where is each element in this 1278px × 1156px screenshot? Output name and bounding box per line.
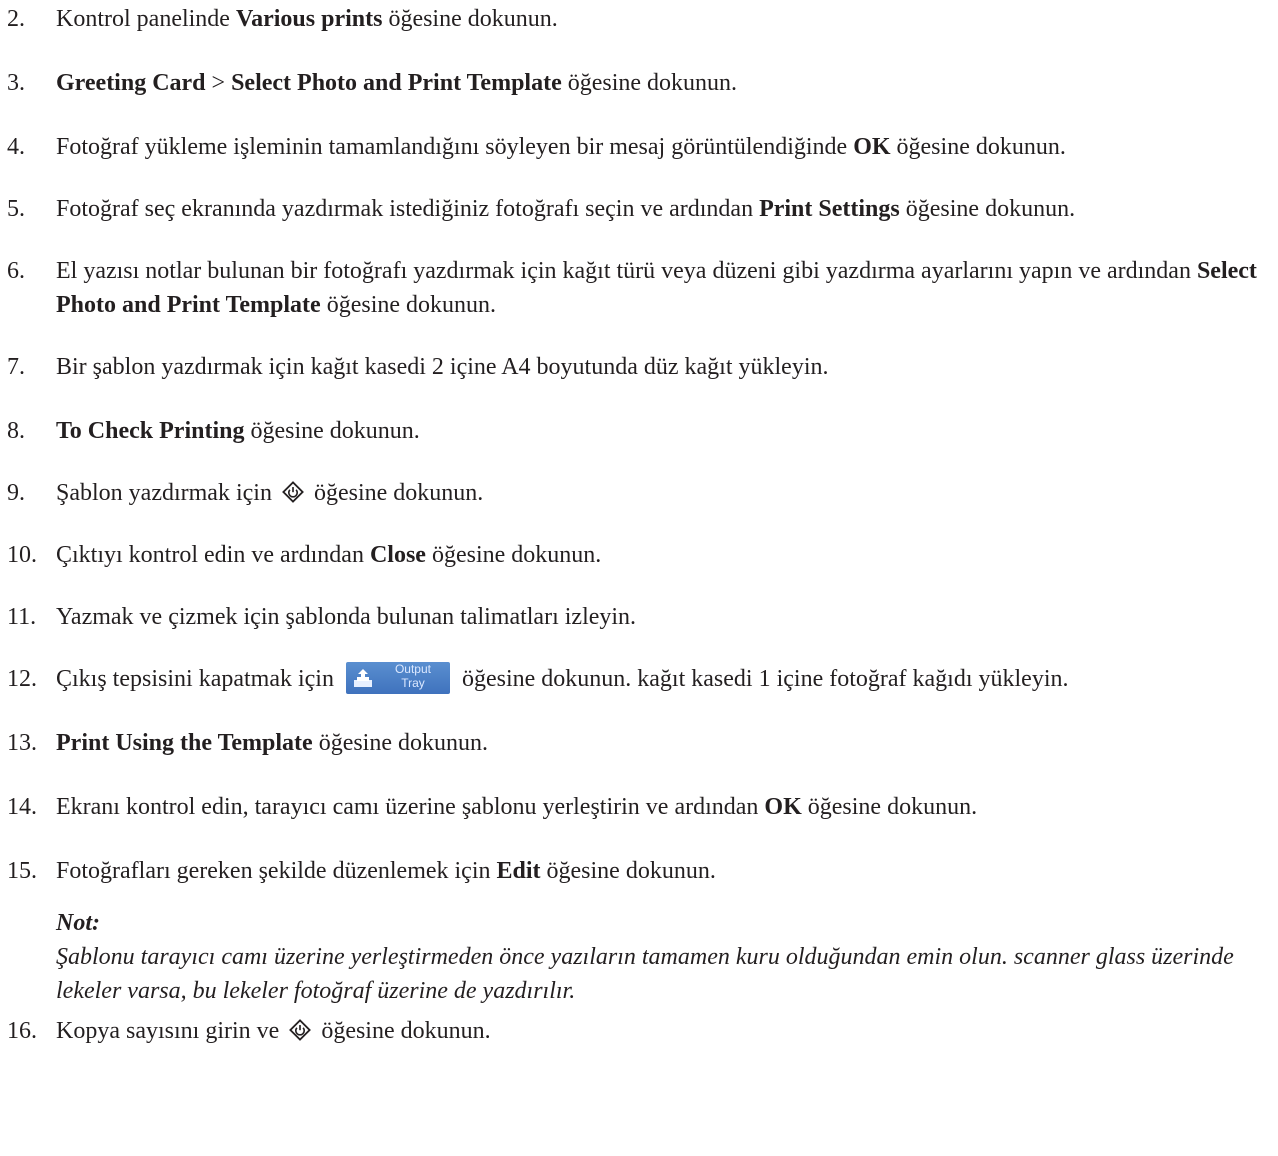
step-number: 12.: [7, 666, 37, 692]
step-number: 14.: [7, 794, 37, 820]
step-text: Kopya sayısını girin ve öğesine dokunun.: [56, 1014, 1268, 1048]
step-text-run: öğesine dokunun.: [312, 730, 488, 756]
step-number: 11.: [7, 604, 37, 630]
step-text-run: Çıkış tepsisini kapatmak için: [56, 666, 340, 692]
output-tray-icon: Output Tray: [345, 662, 450, 694]
step-text-run: Fotoğraf seç ekranında yazdırmak istediğ…: [56, 196, 760, 222]
start-icon: [289, 1017, 312, 1041]
step-text-run: Şablon yazdırmak için: [56, 480, 278, 506]
step-text-run: öğesine dokunun.: [244, 418, 420, 444]
ui-element-name: To Check Printing: [56, 418, 245, 444]
step-text-run: Ekranı kontrol edin, tarayıcı camı üzeri…: [56, 794, 765, 820]
step-text-run: >: [205, 70, 232, 96]
step-number: 10.: [7, 542, 37, 568]
ui-element-name: Greeting Card: [56, 70, 206, 96]
output-tray-label-2: Tray: [401, 676, 425, 690]
step-text-run: öğesine dokunun.: [315, 1018, 491, 1044]
step-number: 3.: [7, 70, 25, 96]
step-text: Fotoğrafları gereken şekilde düzenlemek …: [56, 854, 1268, 888]
step-text: Print Using the Template öğesine dokunun…: [56, 726, 1268, 760]
step-number: 7.: [7, 354, 25, 380]
step-text: Ekranı kontrol edin, tarayıcı camı üzeri…: [56, 790, 1268, 824]
step-text-run: Kontrol panelinde: [56, 6, 236, 32]
ui-element-name: OK: [764, 794, 802, 820]
note-text: Şablonu tarayıcı camı üzerine yerleştirm…: [56, 944, 1234, 1004]
step-text-run: öğesine dokunun.: [425, 542, 602, 568]
tray-glyph-icon: [353, 669, 372, 687]
step-text: Çıkış tepsisini kapatmak için Output Tray…: [56, 662, 1268, 696]
step-text-run: öğesine dokunun.: [899, 196, 1076, 222]
step-text-run: öğesine dokunun.: [320, 292, 497, 318]
ui-element-name: Various prints: [235, 6, 383, 32]
step-text: Şablon yazdırmak için öğesine dokunun.: [56, 476, 1268, 510]
start-icon: [282, 479, 304, 503]
step-text: To Check Printing öğesine dokunun.: [56, 414, 1268, 448]
step-text: Çıktıyı kontrol edin ve ardından Close ö…: [56, 538, 1268, 572]
step-text-run: öğesine dokunun.: [890, 134, 1066, 160]
step-text-run: Kopya sayısını girin ve: [56, 1018, 286, 1044]
step-number: 4.: [7, 134, 25, 160]
step-text: Bir şablon yazdırmak için kağıt kasedi 2…: [56, 350, 1268, 384]
step-text-run: Çıktıyı kontrol edin ve ardından: [56, 542, 370, 568]
step-text-run: öğesine dokunun.: [801, 794, 978, 820]
note-block: Not: Şablonu tarayıcı camı üzerine yerleş…: [56, 906, 1278, 1008]
step-number: 16.: [7, 1018, 37, 1044]
step-text-run: El yazısı notlar bulunan bir fotoğrafı y…: [56, 258, 1197, 284]
ui-element-name: Edit: [496, 858, 541, 884]
step-text-run: Fotoğraf yükleme işleminin tamamlandığın…: [56, 134, 854, 160]
step-text: Fotoğraf yükleme işleminin tamamlandığın…: [56, 130, 1268, 164]
step-number: 9.: [7, 480, 25, 506]
step-text-run: Fotoğrafları gereken şekilde düzenlemek …: [56, 858, 497, 884]
output-tray-label-1: Output: [394, 662, 431, 676]
ui-element-name: OK: [853, 134, 891, 160]
step-text: Greeting Card > Select Photo and Print T…: [56, 66, 1268, 100]
step-text: Yazmak ve çizmek için şablonda bulunan t…: [56, 600, 1268, 634]
ui-element-name: Print Settings: [759, 196, 900, 222]
step-number: 6.: [7, 258, 25, 284]
step-text-run: öğesine dokunun.: [540, 858, 716, 884]
ui-element-name: Close: [369, 542, 426, 568]
step-text: El yazısı notlar bulunan bir fotoğrafı y…: [56, 254, 1268, 322]
step-number: 8.: [7, 418, 25, 444]
ui-element-name: Select Photo and Print Template: [231, 70, 562, 96]
step-number: 15.: [7, 858, 37, 884]
step-text: Fotoğraf seç ekranında yazdırmak istediğ…: [56, 192, 1268, 226]
step-number: 13.: [7, 730, 37, 756]
step-text-run: Yazmak ve çizmek için şablonda bulunan t…: [56, 604, 637, 630]
step-number: 5.: [7, 196, 25, 222]
ui-element-name: Print Using the Template: [56, 730, 313, 756]
step-number: 2.: [7, 6, 25, 32]
step-text: Kontrol panelinde Various prints öğesine…: [56, 2, 1268, 36]
step-text-run: Bir şablon yazdırmak için kağıt kasedi 2…: [56, 354, 829, 380]
note-label: Not:: [56, 910, 100, 936]
step-text-run: öğesine dokunun.: [382, 6, 558, 32]
step-text-run: öğesine dokunun.: [307, 480, 484, 506]
step-text-run: öğesine dokunun.: [561, 70, 738, 96]
step-text-run: öğesine dokunun. kağıt kasedi 1 içine fo…: [455, 666, 1069, 692]
